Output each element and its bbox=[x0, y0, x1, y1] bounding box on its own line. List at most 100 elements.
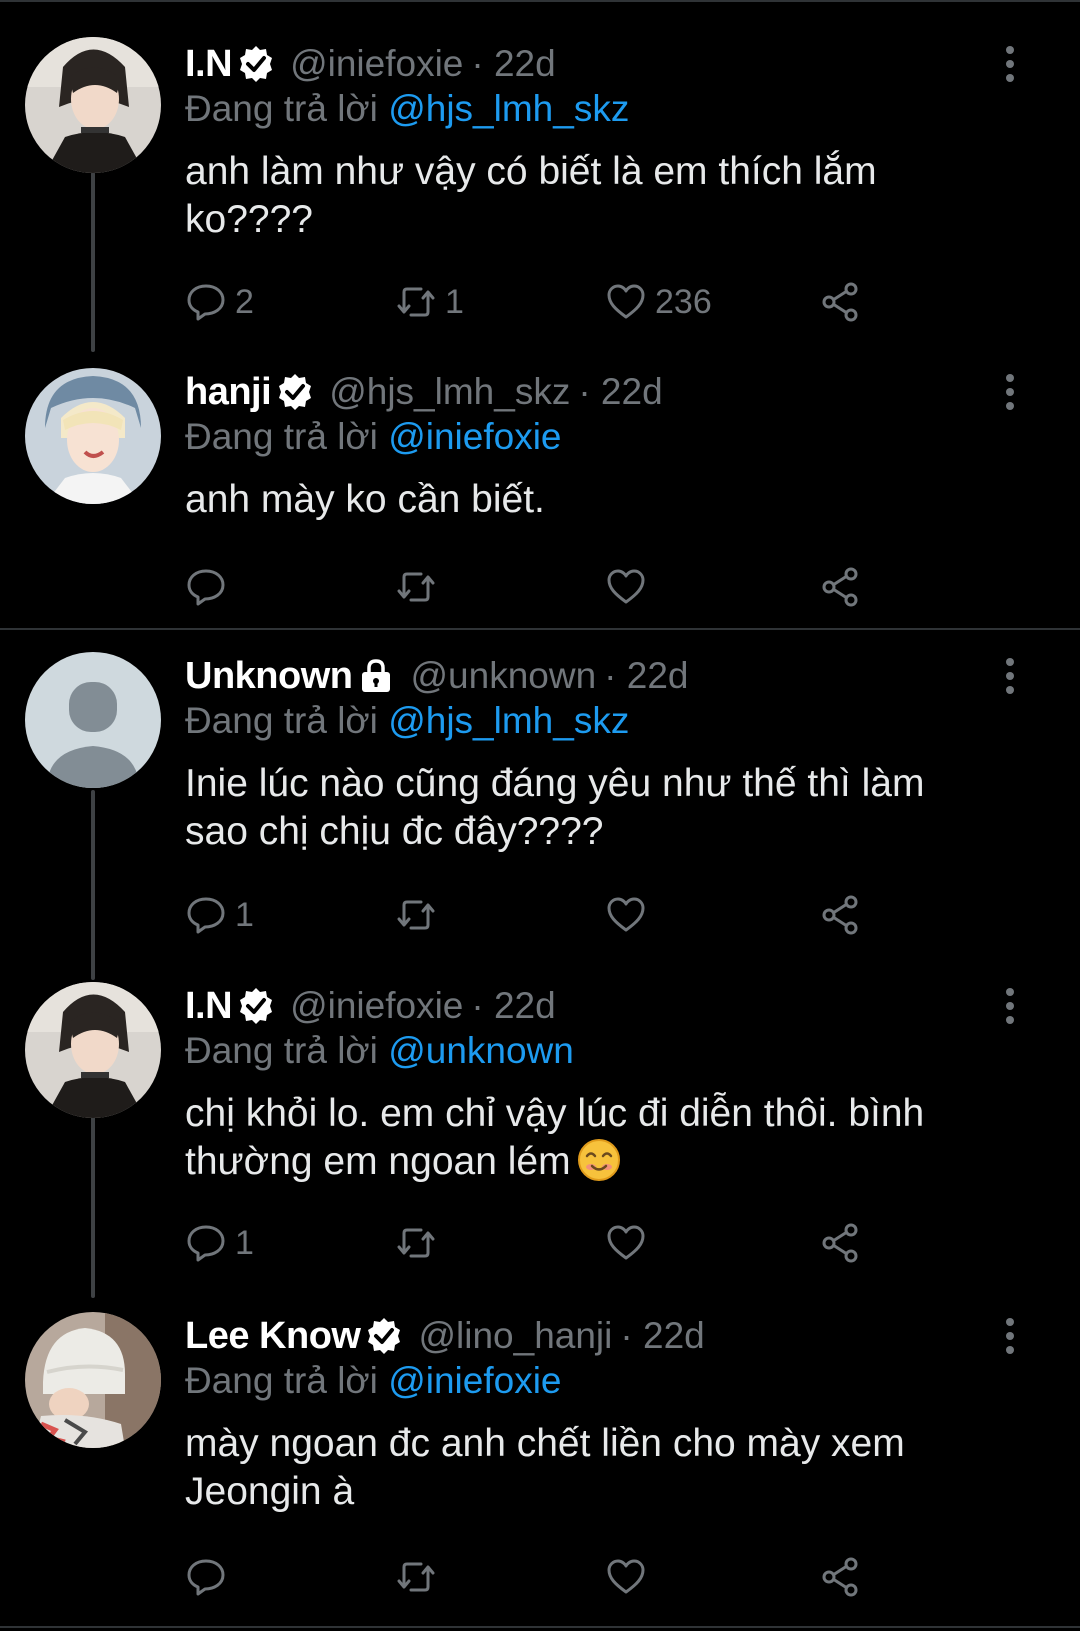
retweet-icon bbox=[397, 1228, 435, 1258]
retweet-button[interactable] bbox=[395, 1552, 445, 1602]
timestamp[interactable]: · 22d bbox=[578, 371, 662, 413]
handle[interactable]: @lino_hanji bbox=[418, 1315, 612, 1357]
tweet-text: mày ngoan đc anh chết liền cho mày xem J… bbox=[185, 1422, 905, 1513]
retweet-button[interactable]: 1 bbox=[395, 277, 464, 327]
share-button[interactable] bbox=[820, 562, 862, 612]
replying-to-label: Đang trả lời bbox=[185, 1030, 389, 1071]
reply-button[interactable]: 1 bbox=[185, 1218, 254, 1268]
reply-mention-link[interactable]: @iniefoxie bbox=[388, 416, 561, 457]
retweet-button[interactable] bbox=[395, 890, 445, 940]
reply-button[interactable] bbox=[185, 562, 235, 612]
retweet-icon bbox=[397, 1562, 435, 1592]
display-name[interactable]: I.N bbox=[185, 43, 233, 86]
avatar-photo bbox=[25, 368, 161, 504]
retweet-icon bbox=[397, 900, 435, 930]
tweet[interactable]: Lee Know @lino_hanji · 22d Đang trả lời … bbox=[0, 1300, 1080, 1631]
reply-icon bbox=[187, 1559, 225, 1596]
avatar[interactable] bbox=[25, 1312, 161, 1448]
reply-button[interactable]: 1 bbox=[185, 890, 254, 940]
display-name[interactable]: hanji bbox=[185, 371, 272, 414]
reply-mention-link[interactable]: @hjs_lmh_skz bbox=[388, 700, 629, 741]
tweet-text: chị khỏi lo. em chỉ vậy lúc đi diễn thôi… bbox=[185, 1090, 965, 1186]
default-avatar-icon bbox=[25, 652, 161, 788]
handle[interactable]: @hjs_lmh_skz bbox=[329, 371, 570, 413]
thread-divider bbox=[0, 628, 1080, 630]
display-name[interactable]: Lee Know bbox=[185, 1315, 361, 1358]
like-button[interactable] bbox=[605, 890, 655, 940]
timestamp[interactable]: · 22d bbox=[604, 655, 688, 697]
tweet-header: I.N @iniefoxie · 22d bbox=[185, 40, 556, 88]
action-bar bbox=[185, 1552, 885, 1602]
like-button[interactable] bbox=[605, 1552, 655, 1602]
share-icon bbox=[822, 1557, 858, 1597]
timestamp[interactable]: · 22d bbox=[471, 43, 555, 85]
avatar[interactable] bbox=[25, 37, 161, 173]
retweet-button[interactable] bbox=[395, 562, 445, 612]
avatar[interactable] bbox=[25, 982, 161, 1118]
reply-count: 1 bbox=[235, 1223, 254, 1262]
bottom-divider bbox=[0, 1626, 1080, 1628]
share-button[interactable] bbox=[820, 277, 862, 327]
display-name[interactable]: Unknown bbox=[185, 655, 353, 698]
share-button[interactable] bbox=[820, 890, 862, 940]
tweet[interactable]: I.N @iniefoxie · 22d Đang trả lời @hjs_l… bbox=[0, 0, 1080, 360]
retweet-button[interactable] bbox=[395, 1218, 445, 1268]
tweet-text: Inie lúc nào cũng đáng yêu như thế thì l… bbox=[185, 762, 925, 853]
action-bar bbox=[185, 562, 885, 612]
like-button[interactable]: 236 bbox=[605, 277, 712, 327]
handle[interactable]: @iniefoxie bbox=[290, 985, 463, 1027]
reply-mention-link[interactable]: @unknown bbox=[388, 1030, 574, 1071]
reply-button[interactable] bbox=[185, 1552, 235, 1602]
tweet[interactable]: I.N @iniefoxie · 22d Đang trả lời @unkno… bbox=[0, 980, 1080, 1300]
replying-to: Đang trả lời @iniefoxie bbox=[185, 1360, 562, 1402]
share-icon bbox=[822, 1223, 858, 1263]
verified-icon bbox=[236, 986, 276, 1026]
lock-icon bbox=[356, 656, 396, 696]
reply-count: 2 bbox=[235, 282, 254, 321]
share-button[interactable] bbox=[820, 1218, 862, 1268]
tweet-header: Unknown @unknown · 22d bbox=[185, 652, 689, 700]
replying-to: Đang trả lời @unknown bbox=[185, 1030, 574, 1072]
replying-to-label: Đang trả lời bbox=[185, 416, 389, 457]
reply-mention-link[interactable]: @iniefoxie bbox=[388, 1360, 561, 1401]
heart-icon bbox=[607, 1225, 645, 1260]
tweet[interactable]: Unknown @unknown · 22d Đang trả lời @hjs… bbox=[0, 640, 1080, 980]
display-name[interactable]: I.N bbox=[185, 985, 233, 1028]
timestamp[interactable]: · 22d bbox=[471, 985, 555, 1027]
like-count: 236 bbox=[655, 282, 712, 321]
handle[interactable]: @unknown bbox=[410, 655, 596, 697]
replying-to-label: Đang trả lời bbox=[185, 700, 389, 741]
more-options-icon[interactable] bbox=[990, 1312, 1030, 1360]
like-button[interactable] bbox=[605, 562, 655, 612]
action-bar: 1 bbox=[185, 1218, 885, 1268]
replying-to-label: Đang trả lời bbox=[185, 88, 389, 129]
reply-button[interactable]: 2 bbox=[185, 277, 254, 327]
tweet-header: Lee Know @lino_hanji · 22d bbox=[185, 1312, 705, 1360]
tweet-text: anh làm như vậy có biết là em thích lắm … bbox=[185, 150, 877, 241]
verified-icon bbox=[364, 1316, 404, 1356]
share-icon bbox=[822, 567, 858, 607]
retweet-count: 1 bbox=[445, 282, 464, 321]
replying-to: Đang trả lời @hjs_lmh_skz bbox=[185, 700, 629, 742]
like-button[interactable] bbox=[605, 1218, 655, 1268]
more-options-icon[interactable] bbox=[990, 368, 1030, 416]
share-icon bbox=[822, 282, 858, 322]
replying-to-label: Đang trả lời bbox=[185, 1360, 389, 1401]
tweet[interactable]: hanji @hjs_lmh_skz · 22d Đang trả lời @i… bbox=[0, 360, 1080, 630]
avatar[interactable] bbox=[25, 652, 161, 788]
more-options-icon[interactable] bbox=[990, 652, 1030, 700]
reply-icon bbox=[187, 1225, 225, 1262]
reply-icon bbox=[187, 284, 225, 321]
tweet-text: anh mày ko cần biết. bbox=[185, 478, 545, 521]
tweet-header: I.N @iniefoxie · 22d bbox=[185, 982, 556, 1030]
reply-count: 1 bbox=[235, 895, 254, 934]
share-button[interactable] bbox=[820, 1552, 862, 1602]
more-options-icon[interactable] bbox=[990, 982, 1030, 1030]
avatar[interactable] bbox=[25, 368, 161, 504]
reply-mention-link[interactable]: @hjs_lmh_skz bbox=[388, 88, 629, 129]
timestamp[interactable]: · 22d bbox=[620, 1315, 704, 1357]
handle[interactable]: @iniefoxie bbox=[290, 43, 463, 85]
more-options-icon[interactable] bbox=[990, 40, 1030, 88]
action-bar: 2 1 236 bbox=[185, 277, 885, 327]
avatar-photo bbox=[25, 982, 161, 1118]
